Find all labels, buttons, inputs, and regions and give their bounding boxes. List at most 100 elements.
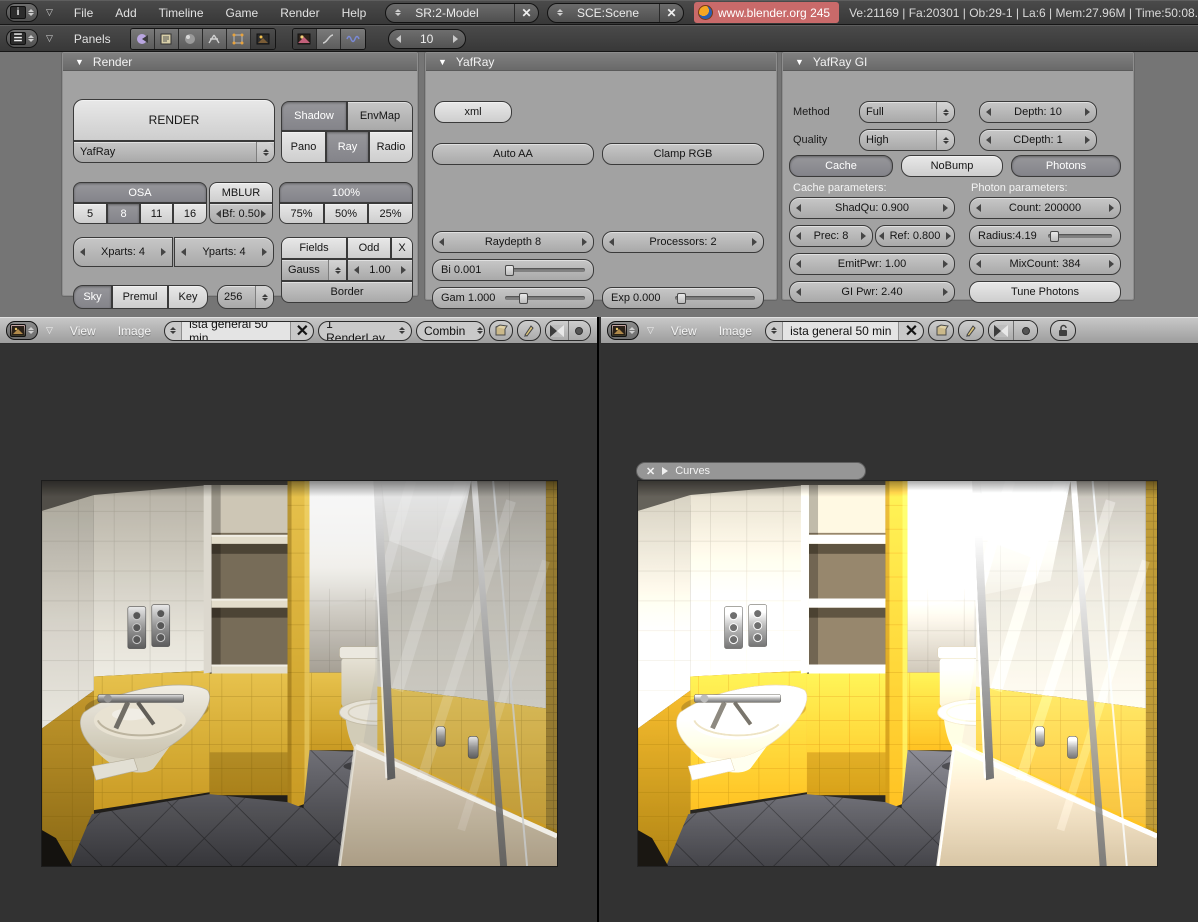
slider-knob[interactable] xyxy=(505,265,514,276)
menu-image[interactable]: Image xyxy=(719,324,752,338)
header-collapse-icon[interactable]: ▽ xyxy=(46,325,53,336)
panel-collapse-icon[interactable]: ▼ xyxy=(75,57,84,67)
object-context-icon[interactable] xyxy=(202,28,227,49)
image-unlink-icon[interactable]: ✕ xyxy=(899,322,923,340)
osa-8-button[interactable]: 8 xyxy=(107,203,140,224)
image-unlink-icon[interactable]: ✕ xyxy=(291,322,313,340)
render-layer-selector[interactable]: 1 RenderLay xyxy=(318,320,412,341)
osa-toggle[interactable]: OSA xyxy=(73,182,207,203)
size-75-button[interactable]: 75% xyxy=(279,203,324,224)
gi-quality-dropdown[interactable]: High xyxy=(859,129,955,151)
frame-number-field[interactable]: 10 xyxy=(387,28,466,49)
bias-slider[interactable]: Bi 0.001 xyxy=(432,259,594,281)
increment-icon[interactable] xyxy=(946,232,951,240)
octree-dropdown[interactable]: 256 xyxy=(217,285,274,309)
border-toggle[interactable]: Border xyxy=(281,281,413,303)
gamma-slider[interactable]: Gam 1.000 xyxy=(432,287,594,309)
slider-knob[interactable] xyxy=(677,293,686,304)
osa-16-button[interactable]: 16 xyxy=(173,203,207,224)
menu-render[interactable]: Render xyxy=(280,6,319,20)
screen-selector[interactable]: SR:2-Model ✕ xyxy=(385,2,539,23)
image-browse-stepper-icon[interactable] xyxy=(165,327,181,334)
slider-track[interactable] xyxy=(675,296,755,300)
pano-toggle[interactable]: Pano xyxy=(281,131,326,163)
slider-knob[interactable] xyxy=(519,293,528,304)
script-context-icon[interactable] xyxy=(154,28,179,49)
size-25-button[interactable]: 25% xyxy=(368,203,413,224)
menu-view[interactable]: View xyxy=(70,324,96,338)
osa-11-button[interactable]: 11 xyxy=(140,203,173,224)
fields-toggle[interactable]: Fields xyxy=(281,237,347,259)
menu-file[interactable]: File xyxy=(74,6,93,20)
increment-icon[interactable] xyxy=(943,204,948,212)
osa-5-button[interactable]: 5 xyxy=(73,203,107,224)
increment-icon[interactable] xyxy=(401,266,406,274)
menu-add[interactable]: Add xyxy=(115,6,136,20)
gi-depth-field[interactable]: Depth: 10 xyxy=(979,101,1097,123)
shading-context-icon[interactable] xyxy=(178,28,203,49)
filter-size-field[interactable]: 1.00 xyxy=(347,259,413,281)
curves-panel-header[interactable]: ✕ Curves xyxy=(636,462,866,480)
screen-close-icon[interactable]: ✕ xyxy=(513,3,538,22)
version-badge[interactable]: www.blender.org 245 xyxy=(694,2,840,23)
render-pass-value[interactable]: Combin xyxy=(417,324,472,338)
sound-buttons-icon[interactable] xyxy=(340,28,365,49)
increment-icon[interactable] xyxy=(582,238,587,246)
curves-expand-icon[interactable] xyxy=(662,467,669,475)
gi-cdepth-field[interactable]: CDepth: 1 xyxy=(979,129,1097,151)
increment-icon[interactable] xyxy=(1085,136,1090,144)
xparts-field[interactable]: Xparts: 4 xyxy=(73,237,173,267)
slider-track[interactable] xyxy=(505,296,585,300)
editing-context-icon[interactable] xyxy=(226,28,251,49)
shadqu-field[interactable]: ShadQu: 0.900 xyxy=(789,197,955,219)
anim-buttons-icon[interactable] xyxy=(316,28,341,49)
clamp-rgb-toggle[interactable]: Clamp RGB xyxy=(602,143,764,165)
window-type-button-buttons[interactable]: ☰ xyxy=(6,29,38,48)
render-button[interactable]: RENDER xyxy=(73,99,275,141)
decrement-icon[interactable] xyxy=(395,34,401,43)
menu-help[interactable]: Help xyxy=(342,6,367,20)
panel-collapse-icon[interactable]: ▼ xyxy=(438,57,447,67)
alpha-dot-icon[interactable] xyxy=(1013,321,1038,340)
header-collapse-icon[interactable]: ▽ xyxy=(647,325,654,336)
image-paint-icon[interactable] xyxy=(516,320,541,341)
alpha-mask-icon[interactable] xyxy=(545,321,568,340)
filter-dropdown[interactable]: Gauss xyxy=(281,259,347,281)
increment-icon[interactable] xyxy=(861,232,866,240)
lock-icon[interactable] xyxy=(1050,320,1077,341)
increment-icon[interactable] xyxy=(452,34,458,43)
gipwr-field[interactable]: GI Pwr: 2.40 xyxy=(789,281,955,303)
menu-timeline[interactable]: Timeline xyxy=(159,6,204,20)
envmap-toggle[interactable]: EnvMap xyxy=(347,101,413,131)
image-datablock-selector[interactable]: ista general 50 min. ✕ xyxy=(164,320,315,341)
sky-toggle[interactable]: Sky xyxy=(73,285,112,309)
window-type-button-image[interactable] xyxy=(607,321,639,340)
emitpwr-field[interactable]: EmitPwr: 1.00 xyxy=(789,253,955,275)
logic-context-icon[interactable] xyxy=(130,28,155,49)
yafray-gi-panel-header[interactable]: ▼ YafRay GI xyxy=(783,53,1133,71)
header-collapse-icon[interactable]: ▽ xyxy=(46,7,53,18)
header-collapse-icon[interactable]: ▽ xyxy=(46,33,53,44)
scene-close-icon[interactable]: ✕ xyxy=(659,3,683,22)
render-layer-value[interactable]: 1 RenderLay xyxy=(319,322,394,340)
slider-knob[interactable] xyxy=(1050,231,1059,242)
ray-toggle[interactable]: Ray xyxy=(326,131,369,163)
render-engine-dropdown[interactable]: YafRay xyxy=(73,141,275,163)
menu-image[interactable]: Image xyxy=(118,324,151,338)
photon-count-field[interactable]: Count: 200000 xyxy=(969,197,1121,219)
image-paint-icon[interactable] xyxy=(958,320,985,341)
window-type-button-info[interactable]: i xyxy=(6,3,38,22)
exposure-slider[interactable]: Exp 0.000 xyxy=(602,287,764,309)
render-buttons-icon[interactable] xyxy=(292,28,317,49)
cache-toggle[interactable]: Cache xyxy=(789,155,893,177)
odd-toggle[interactable]: Odd xyxy=(347,237,391,259)
increment-icon[interactable] xyxy=(261,209,266,218)
photons-toggle[interactable]: Photons xyxy=(1011,155,1121,177)
image-name-field[interactable]: ista general 50 min. xyxy=(181,321,292,340)
increment-icon[interactable] xyxy=(262,248,267,256)
shadow-toggle[interactable]: Shadow xyxy=(281,101,347,131)
increment-icon[interactable] xyxy=(752,238,757,246)
increment-icon[interactable] xyxy=(1109,204,1114,212)
render-panel-header[interactable]: ▼ Render xyxy=(63,53,417,71)
radio-toggle[interactable]: Radio xyxy=(369,131,413,163)
